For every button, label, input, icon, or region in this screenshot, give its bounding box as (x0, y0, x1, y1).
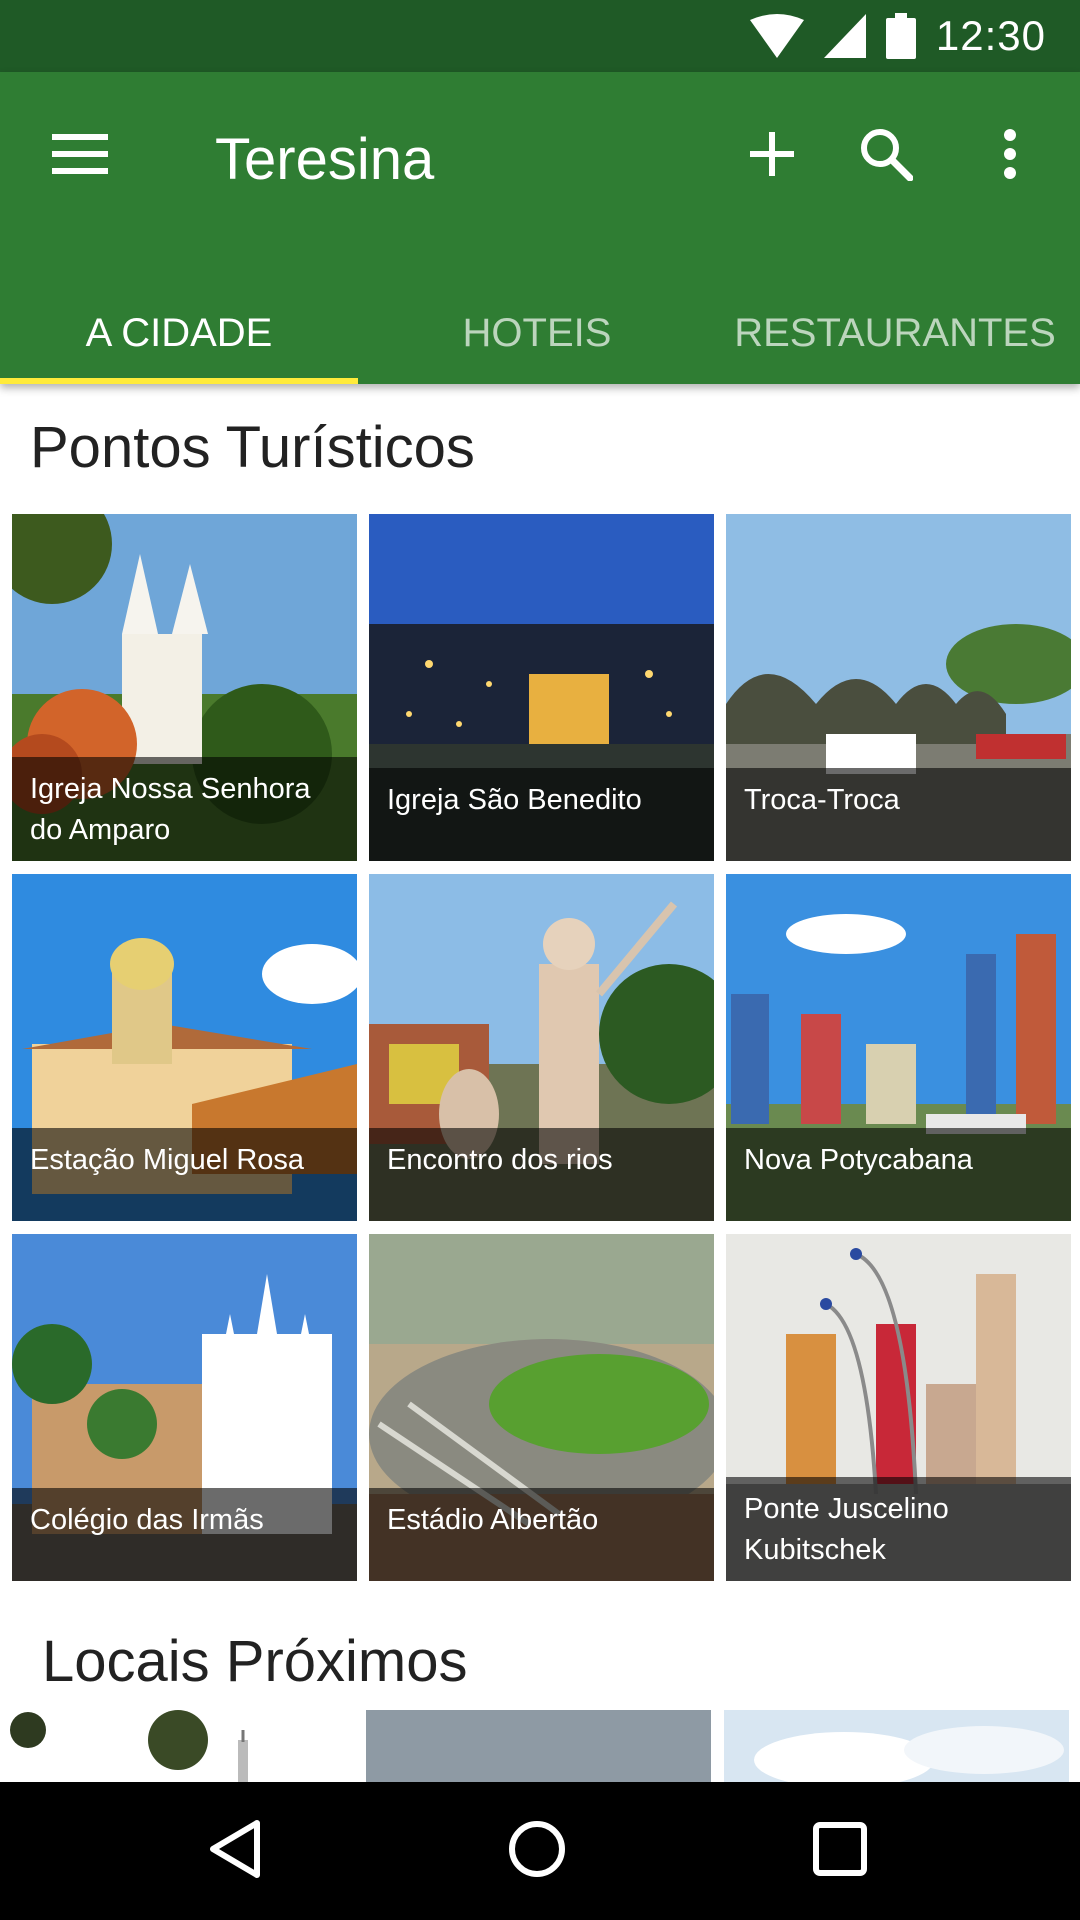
page-title: Teresina (215, 127, 435, 192)
add-icon (750, 131, 794, 181)
search-icon (859, 127, 914, 186)
status-time: 12:30 (935, 12, 1046, 59)
section-title-locais-proximos: Locais Próximos (42, 1629, 468, 1694)
status-bar: 12:30 (0, 0, 1080, 72)
tab-restaurantes[interactable]: RESTAURANTES (716, 282, 1074, 384)
cell-signal-icon (823, 14, 866, 58)
app-bar: Teresina A CIDADE HOTEIS RESTAURANTES (0, 72, 1080, 384)
back-icon (207, 1819, 263, 1884)
recents-button[interactable] (760, 1782, 920, 1920)
tab-a-cidade[interactable]: A CIDADE (0, 282, 358, 384)
home-button[interactable] (457, 1782, 617, 1920)
wifi-icon (749, 14, 804, 58)
more-vert-icon (1003, 128, 1017, 184)
place-label: Ponte Juscelino Kubitschek (726, 1477, 1071, 1581)
place-card[interactable]: Troca-Troca (726, 514, 1071, 861)
nearby-card[interactable] (8, 1710, 353, 1782)
place-card[interactable]: Encontro dos rios (369, 874, 714, 1221)
nearby-photo (724, 1710, 1069, 1782)
battery-icon (885, 13, 916, 59)
nearby-photo (8, 1710, 353, 1782)
place-card[interactable]: Estádio Albertão (369, 1234, 714, 1581)
place-card[interactable]: Estação Miguel Rosa (12, 874, 357, 1221)
nearby-strip (8, 1710, 1072, 1782)
back-button[interactable] (155, 1782, 315, 1920)
place-card[interactable]: Igreja São Benedito (369, 514, 714, 861)
tab-label: RESTAURANTES (734, 310, 1056, 355)
more-options-button[interactable] (954, 72, 1066, 240)
tab-hoteis[interactable]: HOTEIS (358, 282, 716, 384)
add-button[interactable] (716, 72, 828, 240)
place-label: Estação Miguel Rosa (12, 1128, 357, 1221)
tab-label: HOTEIS (462, 310, 612, 355)
search-button[interactable] (830, 72, 942, 240)
place-label: Encontro dos rios (369, 1128, 714, 1221)
recents-icon (812, 1821, 868, 1882)
place-card[interactable]: Ponte Juscelino Kubitschek (726, 1234, 1071, 1581)
menu-icon (52, 133, 108, 179)
nearby-photo (366, 1710, 711, 1782)
place-label: Colégio das Irmãs (12, 1488, 357, 1581)
content-scroll[interactable]: Pontos Turísticos Igreja Nossa Senhora d… (0, 384, 1080, 1782)
toolbar: Teresina (0, 72, 1080, 240)
system-nav-bar (0, 1782, 1080, 1920)
place-card[interactable]: Igreja Nossa Senhora do Amparo (12, 514, 357, 861)
home-icon (508, 1820, 566, 1883)
section-title-pontos-turisticos: Pontos Turísticos (30, 415, 475, 480)
place-card[interactable]: Nova Potycabana (726, 874, 1071, 1221)
tab-indicator (0, 378, 358, 384)
place-label: Troca-Troca (726, 768, 1071, 861)
tab-bar: A CIDADE HOTEIS RESTAURANTES (0, 282, 1080, 384)
place-label: Igreja São Benedito (369, 768, 714, 861)
nearby-card[interactable] (724, 1710, 1069, 1782)
nearby-card[interactable] (366, 1710, 711, 1782)
place-card[interactable]: Colégio das Irmãs (12, 1234, 357, 1581)
tab-label: A CIDADE (85, 310, 273, 355)
place-label: Nova Potycabana (726, 1128, 1071, 1221)
place-label: Estádio Albertão (369, 1488, 714, 1581)
menu-button[interactable] (24, 72, 136, 240)
place-label: Igreja Nossa Senhora do Amparo (12, 757, 357, 861)
